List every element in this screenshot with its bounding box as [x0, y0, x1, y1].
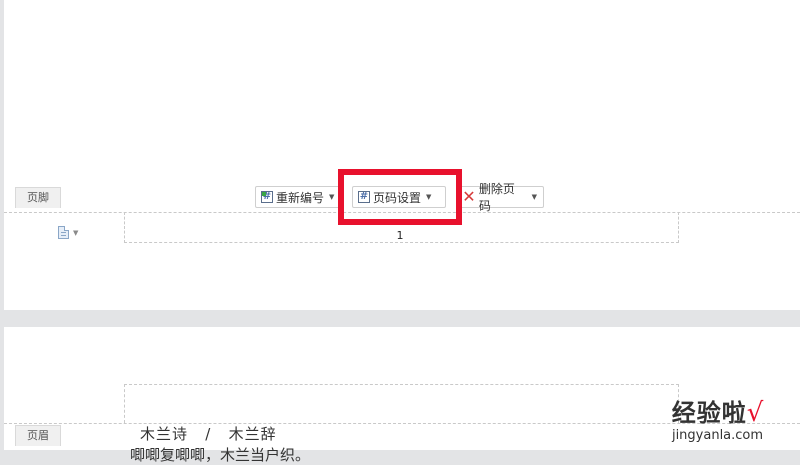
caret-down-icon: ▼ [531, 193, 537, 201]
caret-down-icon: ▼ [329, 193, 335, 201]
watermark-brand: 经验啦 [671, 399, 747, 427]
footer-tag[interactable]: 页脚 [15, 187, 61, 208]
document-icon [58, 226, 69, 239]
poem-title: 木兰诗 / 木兰辞 [140, 425, 277, 443]
renumber-label: 重新编号 [276, 190, 325, 205]
page-number[interactable]: 1 [390, 229, 410, 242]
poem-first-line: 唧唧复唧唧，木兰当户织。 [130, 446, 311, 464]
header-content-area[interactable] [124, 384, 679, 423]
delete-page-number-button[interactable]: ✕ 删除页码 ▼ [456, 182, 544, 213]
watermark-logo: 经验啦√ jingyanla.com [655, 398, 780, 443]
document-options-dropdown[interactable]: ▼ [58, 226, 78, 239]
highlight-annotation-box [338, 169, 462, 225]
delete-x-icon: ✕ [462, 187, 476, 206]
watermark-domain: jingyanla.com [671, 428, 764, 443]
document-page-1 [4, 0, 800, 310]
renumber-button[interactable]: # 重新编号 ▼ [255, 186, 342, 208]
check-mark-icon: √ [746, 398, 764, 428]
grid-renumber-icon: # [261, 191, 273, 203]
header-tag[interactable]: 页眉 [15, 425, 61, 446]
delete-page-number-label: 删除页码 [478, 182, 515, 213]
caret-down-icon: ▼ [73, 228, 79, 237]
